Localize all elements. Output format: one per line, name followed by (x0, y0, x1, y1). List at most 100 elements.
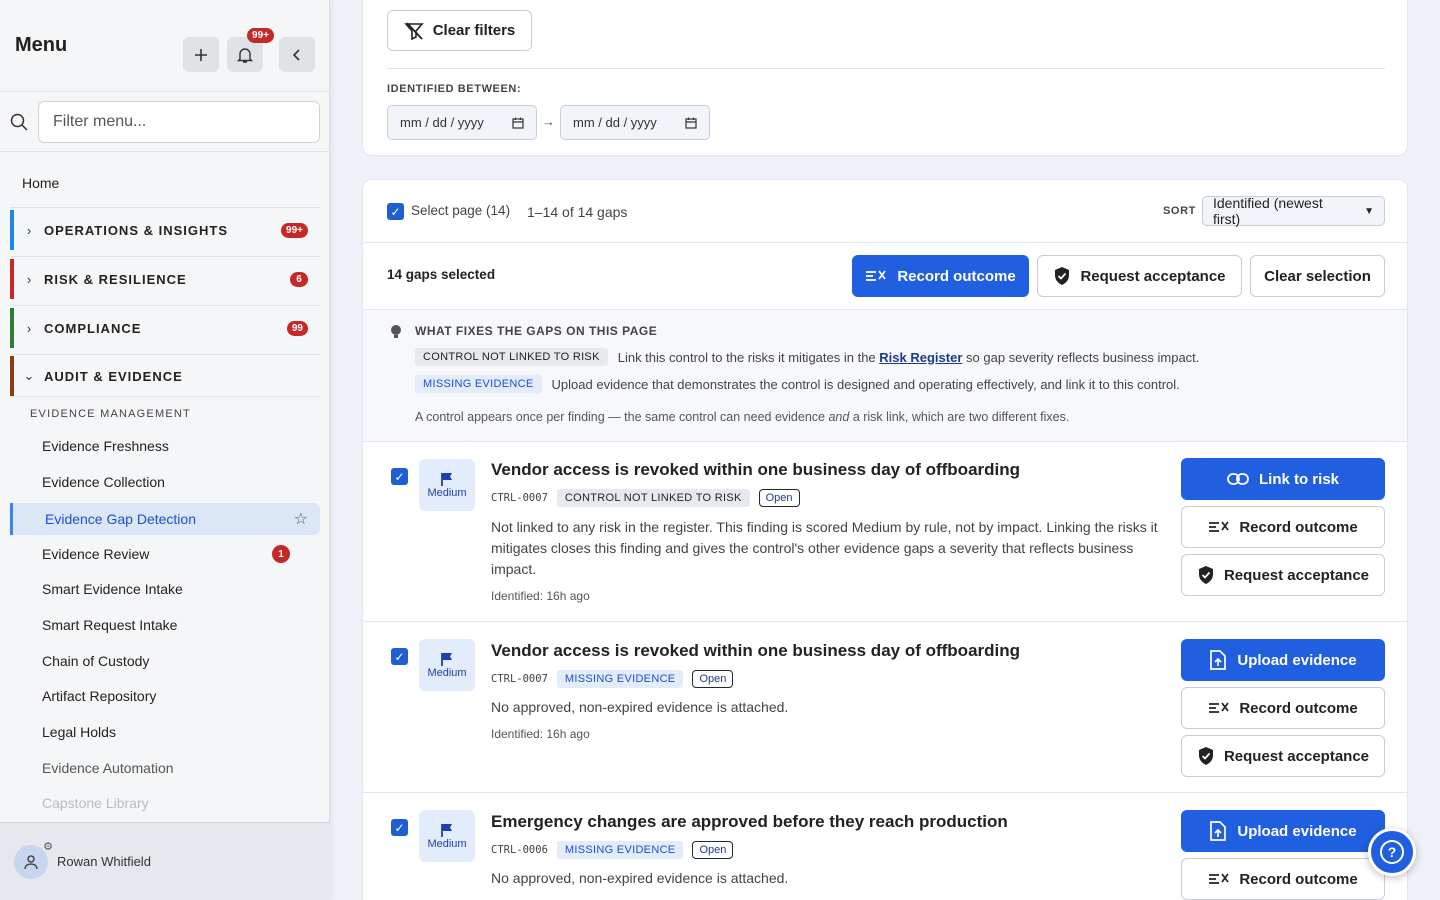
hint-text: Link this control to the risks it mitiga… (618, 350, 1200, 365)
chevron-right-icon: › (26, 320, 32, 336)
user-name: Rowan Whitfield (57, 854, 151, 869)
button-label: Request acceptance (1223, 566, 1370, 584)
nav-label: Artifact Repository (42, 688, 157, 704)
subheading-evidence-management: EVIDENCE MANAGEMENT (30, 408, 191, 420)
nav-legal-holds[interactable]: Legal Holds (10, 716, 320, 748)
nav-home[interactable]: Home (22, 175, 59, 191)
lightbulb-icon (391, 325, 401, 338)
upload-evidence-button[interactable]: Upload evidence (1181, 639, 1385, 681)
divider (10, 256, 320, 257)
gap-type-tag: MISSING EVIDENCE (556, 841, 684, 859)
request-acceptance-button[interactable]: Request acceptance (1181, 735, 1385, 777)
risk-register-link[interactable]: Risk Register (879, 350, 962, 365)
section-compliance[interactable]: › COMPLIANCE 99 (10, 308, 320, 348)
nav-capstone-library[interactable]: Capstone Library (10, 787, 320, 819)
hint-row-link-risk: CONTROL NOT LINKED TO RISK Link this con… (415, 348, 1199, 366)
divider (10, 305, 320, 306)
note-post: a risk link, which are two different fix… (852, 410, 1070, 424)
nav-smart-evidence-intake[interactable]: Smart Evidence Intake (10, 573, 320, 605)
request-acceptance-button[interactable]: Request acceptance (1181, 554, 1385, 596)
sidebar: Menu 99+ Home › OPERATIONS & INSIGHTS 99… (0, 0, 330, 900)
finding-card: ✓ Medium Vendor access is revoked within… (363, 622, 1407, 793)
hints-heading: WHAT FIXES THE GAPS ON THIS PAGE (415, 324, 658, 338)
avatar[interactable]: ⚙ (14, 841, 53, 879)
filter-menu-input[interactable] (38, 101, 320, 143)
sort-select[interactable]: Identified (newest first) ▼ (1202, 195, 1385, 227)
control-code: CTRL-0007 (491, 673, 548, 685)
finding-checkbox[interactable]: ✓ (391, 648, 408, 665)
star-icon[interactable]: ☆ (294, 509, 308, 529)
nav-label: Evidence Freshness (42, 438, 169, 454)
finding-checkbox[interactable]: ✓ (391, 819, 408, 836)
link-to-risk-button[interactable]: Link to risk (1181, 458, 1385, 500)
shield-check-icon (1055, 267, 1070, 285)
section-risk-resilience[interactable]: › RISK & RESILIENCE 6 (10, 259, 320, 299)
help-glyph: ? (1388, 844, 1397, 860)
chevron-down-icon: ⌄ (23, 368, 35, 383)
hint-text-post: so gap severity reflects business impact… (966, 349, 1200, 365)
record-outcome-button[interactable]: Record outcome (1181, 687, 1385, 729)
chevron-left-icon (292, 48, 300, 61)
finding-title[interactable]: Emergency changes are approved before th… (491, 812, 1008, 832)
record-outcome-icon (1209, 873, 1229, 884)
clear-selection-button[interactable]: Clear selection (1250, 255, 1385, 297)
date-placeholder: mm / dd / yyyy (573, 115, 657, 130)
button-label: Record outcome (1239, 870, 1358, 888)
upload-evidence-button[interactable]: Upload evidence (1181, 810, 1385, 852)
nav-chain-of-custody[interactable]: Chain of Custody (10, 645, 320, 677)
select-page-label[interactable]: Select page (14) (411, 203, 510, 218)
user-footer[interactable]: ⚙ Rowan Whitfield (0, 822, 330, 900)
section-label: COMPLIANCE (44, 320, 142, 336)
nav-evidence-collection[interactable]: Evidence Collection (10, 466, 320, 498)
link-icon (1227, 473, 1249, 485)
bulk-request-acceptance-button[interactable]: Request acceptance (1037, 255, 1242, 297)
collapse-sidebar-button[interactable] (279, 37, 315, 72)
hint-row-missing-evidence: MISSING EVIDENCE Upload evidence that de… (415, 375, 1180, 393)
notifications-button[interactable]: 99+ (227, 28, 274, 72)
sort-label: SORT (1163, 205, 1196, 217)
nav-label: Evidence Gap Detection (45, 511, 196, 527)
gear-icon: ⚙ (43, 840, 53, 853)
finding-description: Not linked to any risk in the register. … (491, 519, 1158, 577)
record-outcome-icon (866, 270, 886, 281)
clear-filters-button[interactable]: Clear filters (387, 10, 532, 51)
finding-checkbox[interactable]: ✓ (391, 468, 408, 485)
finding-description: No approved, non-expired evidence is att… (491, 870, 789, 886)
button-label: Request acceptance (1080, 267, 1226, 285)
bulk-record-outcome-button[interactable]: Record outcome (852, 255, 1029, 297)
bell-icon (236, 47, 254, 63)
help-button[interactable]: ? (1368, 828, 1416, 876)
flag-icon (441, 472, 452, 486)
finding-meta: CTRL-0007 MISSING EVIDENCE Open (491, 670, 734, 688)
nav-smart-request-intake[interactable]: Smart Request Intake (10, 609, 320, 641)
gap-type-tag: MISSING EVIDENCE (556, 670, 684, 688)
fix-hints-panel: WHAT FIXES THE GAPS ON THIS PAGE CONTROL… (363, 310, 1407, 442)
select-page-checkbox[interactable]: ✓ (387, 203, 404, 220)
nav-evidence-gap-detection[interactable]: Evidence Gap Detection ☆ (10, 503, 320, 535)
finding-title[interactable]: Vendor access is revoked within one busi… (491, 460, 1020, 480)
start-date-input[interactable]: mm / dd / yyyy (387, 105, 537, 140)
upload-file-icon (1210, 821, 1227, 841)
hint-text: Upload evidence that demonstrates the co… (551, 376, 1180, 392)
nav-evidence-freshness[interactable]: Evidence Freshness (10, 430, 320, 462)
record-outcome-button[interactable]: Record outcome (1181, 858, 1385, 900)
severity-label: Medium (427, 837, 467, 850)
end-date-input[interactable]: mm / dd / yyyy (560, 105, 710, 140)
record-outcome-button[interactable]: Record outcome (1181, 506, 1385, 548)
nav-evidence-review[interactable]: Evidence Review 1 (10, 538, 320, 570)
note-pre: A control appears once per finding — the… (415, 410, 825, 424)
identified-time: Identified: 16h ago (491, 589, 590, 603)
upload-file-icon (1210, 650, 1227, 670)
finding-title[interactable]: Vendor access is revoked within one busi… (491, 641, 1020, 661)
note-em: and (828, 410, 850, 424)
control-code: CTRL-0007 (491, 492, 548, 504)
section-audit-evidence[interactable]: ⌄ AUDIT & EVIDENCE (10, 356, 320, 396)
section-operations-insights[interactable]: › OPERATIONS & INSIGHTS 99+ (10, 210, 320, 250)
section-badge: 99+ (281, 222, 308, 238)
nav-artifact-repository[interactable]: Artifact Repository (10, 680, 320, 712)
nav-evidence-automation[interactable]: Evidence Automation (10, 752, 320, 784)
section-badge: 6 (290, 271, 308, 287)
control-code: CTRL-0006 (491, 844, 548, 856)
add-button[interactable] (183, 37, 219, 72)
severity-label: Medium (427, 486, 467, 499)
